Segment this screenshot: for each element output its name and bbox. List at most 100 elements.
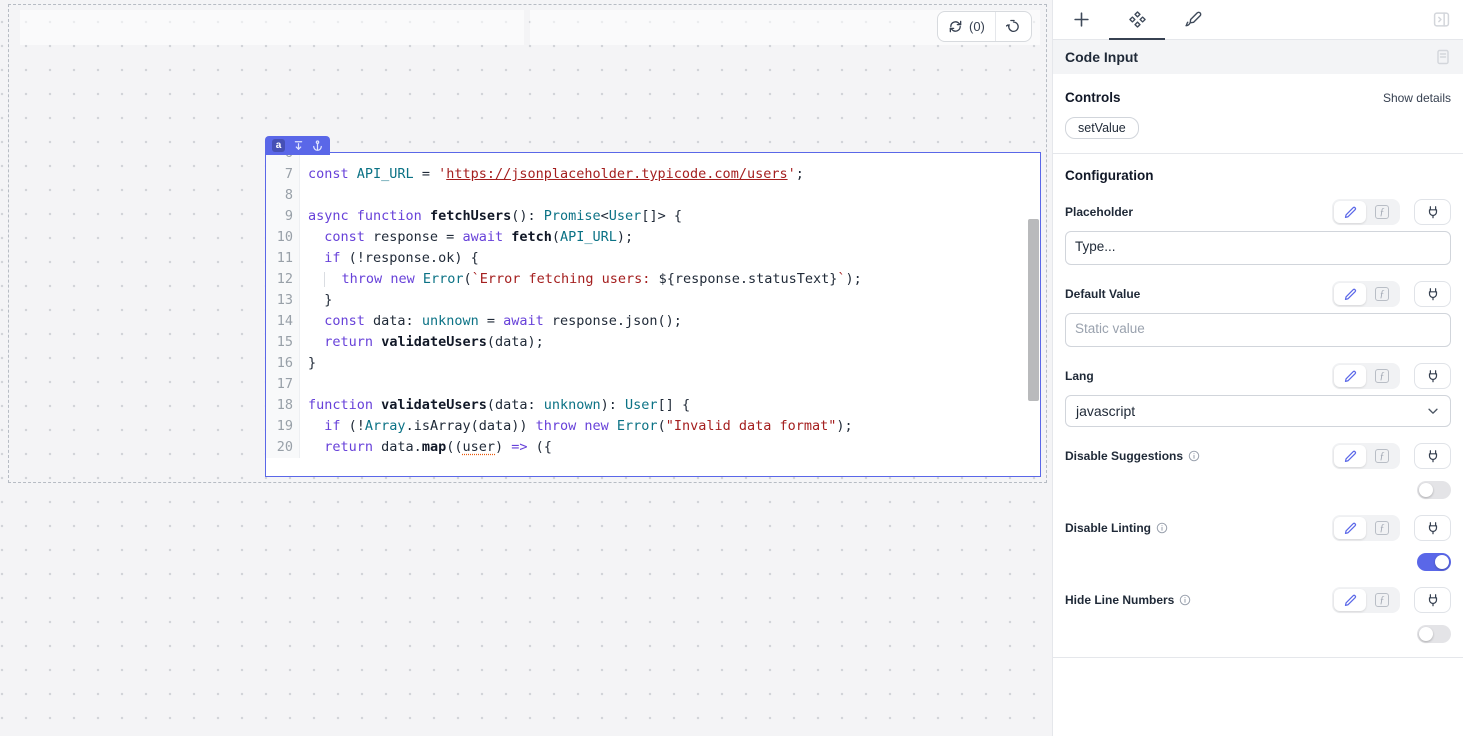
- placeholder-input[interactable]: Type...: [1065, 231, 1451, 265]
- tab-components[interactable]: [1109, 0, 1165, 39]
- code-line[interactable]: 13 }: [266, 290, 1040, 311]
- field-actions: ƒ: [1332, 281, 1451, 307]
- pencil-icon: [1344, 288, 1357, 301]
- tab-insert[interactable]: [1053, 0, 1109, 39]
- line-number: 7: [266, 164, 300, 185]
- static-mode-button[interactable]: [1334, 445, 1366, 467]
- editor-mode-segment: ƒ: [1332, 515, 1400, 541]
- field-disable-linting: Disable Linting ƒ: [1065, 515, 1451, 541]
- editor-mode-segment: ƒ: [1332, 281, 1400, 307]
- connect-button[interactable]: [1414, 199, 1451, 225]
- header-slot-left[interactable]: [20, 10, 524, 45]
- connect-button[interactable]: [1414, 515, 1451, 541]
- code-line[interactable]: 14 const data: unknown = await response.…: [266, 311, 1040, 332]
- setvalue-control-button[interactable]: setValue: [1065, 117, 1139, 139]
- static-mode-button[interactable]: [1334, 589, 1366, 611]
- show-details-link[interactable]: Show details: [1383, 91, 1451, 105]
- function-icon: ƒ: [1375, 369, 1389, 383]
- code-line[interactable]: 6: [266, 152, 1040, 164]
- code-line[interactable]: 17: [266, 374, 1040, 395]
- move-down-icon[interactable]: [293, 140, 304, 151]
- static-mode-button[interactable]: [1334, 201, 1366, 223]
- field-label: Disable Suggestions: [1065, 449, 1183, 463]
- expression-mode-button[interactable]: ƒ: [1366, 445, 1398, 467]
- code-line[interactable]: 12 throw new Error(`Error fetching users…: [266, 269, 1040, 290]
- default-value-input[interactable]: Static value: [1065, 313, 1451, 347]
- line-number: 15: [266, 332, 300, 353]
- info-icon[interactable]: [1156, 522, 1168, 534]
- refresh-button[interactable]: (0): [938, 12, 995, 41]
- connect-button[interactable]: [1414, 363, 1451, 389]
- line-number: 10: [266, 227, 300, 248]
- code-line[interactable]: 8: [266, 185, 1040, 206]
- editor-scrollbar[interactable]: [1028, 219, 1039, 401]
- expression-mode-button[interactable]: ƒ: [1366, 589, 1398, 611]
- expression-mode-button[interactable]: ƒ: [1366, 517, 1398, 539]
- field-actions: ƒ: [1332, 587, 1451, 613]
- code-line[interactable]: 9async function fetchUsers(): Promise<Us…: [266, 206, 1040, 227]
- static-mode-button[interactable]: [1334, 365, 1366, 387]
- field-lang: Lang ƒ: [1065, 363, 1451, 389]
- app-canvas[interactable]: (0) a 67const API_URL = 'https://jsonpla…: [0, 0, 1052, 736]
- expression-mode-button[interactable]: ƒ: [1366, 283, 1398, 305]
- info-icon[interactable]: [1188, 450, 1200, 462]
- history-button[interactable]: [996, 12, 1031, 41]
- code-line[interactable]: 19 if (!Array.isArray(data)) throw new E…: [266, 416, 1040, 437]
- code-editor-lines[interactable]: 67const API_URL = 'https://jsonplacehold…: [266, 152, 1040, 458]
- code-line[interactable]: 7const API_URL = 'https://jsonplaceholde…: [266, 164, 1040, 185]
- component-badge[interactable]: a: [265, 136, 330, 155]
- code-line[interactable]: 15 return validateUsers(data);: [266, 332, 1040, 353]
- section-divider: [1053, 153, 1463, 154]
- code-line-content: }: [300, 353, 316, 374]
- expression-mode-button[interactable]: ƒ: [1366, 365, 1398, 387]
- code-line-content: const response = await fetch(API_URL);: [300, 227, 633, 248]
- code-line[interactable]: 20 return data.map((user) => ({: [266, 437, 1040, 458]
- connect-button[interactable]: [1414, 443, 1451, 469]
- refresh-icon: [948, 19, 963, 34]
- tab-styling[interactable]: [1165, 0, 1221, 39]
- code-input-widget[interactable]: 67const API_URL = 'https://jsonplacehold…: [265, 152, 1041, 477]
- panel-body: Controls Show details setValue Configura…: [1053, 90, 1463, 658]
- field-label: Placeholder: [1065, 205, 1133, 219]
- component-settings-header: Code Input: [1053, 40, 1463, 74]
- components-icon: [1129, 11, 1146, 28]
- hide-line-numbers-toggle[interactable]: [1417, 625, 1451, 643]
- disable-suggestions-toggle[interactable]: [1417, 481, 1451, 499]
- line-number: 19: [266, 416, 300, 437]
- pencil-icon: [1344, 450, 1357, 463]
- static-mode-button[interactable]: [1334, 517, 1366, 539]
- panel-tabbar: [1053, 0, 1463, 40]
- expression-mode-button[interactable]: ƒ: [1366, 201, 1398, 223]
- connect-button[interactable]: [1414, 281, 1451, 307]
- document-icon[interactable]: [1435, 49, 1451, 65]
- pencil-icon: [1344, 522, 1357, 535]
- collapse-panel-button[interactable]: [1427, 6, 1455, 34]
- editor-mode-segment: ƒ: [1332, 587, 1400, 613]
- line-number: 16: [266, 353, 300, 374]
- info-icon[interactable]: [1179, 594, 1191, 606]
- code-line[interactable]: 11 if (!response.ok) {: [266, 248, 1040, 269]
- code-line[interactable]: 18function validateUsers(data: unknown):…: [266, 395, 1040, 416]
- plug-icon: [1426, 593, 1440, 607]
- field-hide-line-numbers: Hide Line Numbers ƒ: [1065, 587, 1451, 613]
- code-line-content: throw new Error(`Error fetching users: $…: [300, 269, 862, 290]
- lang-select[interactable]: javascript: [1065, 395, 1451, 427]
- code-line[interactable]: 16}: [266, 353, 1040, 374]
- code-line-content: async function fetchUsers(): Promise<Use…: [300, 206, 682, 227]
- connect-button[interactable]: [1414, 587, 1451, 613]
- code-line-content: function validateUsers(data: unknown): U…: [300, 395, 690, 416]
- code-line-content: return data.map((user) => ({: [300, 437, 552, 458]
- field-actions: ƒ: [1332, 443, 1451, 469]
- plug-icon: [1426, 205, 1440, 219]
- code-line[interactable]: 10 const response = await fetch(API_URL)…: [266, 227, 1040, 248]
- anchor-icon[interactable]: [312, 140, 323, 151]
- function-icon: ƒ: [1375, 449, 1389, 463]
- code-line-content: [300, 185, 308, 206]
- disable-linting-toggle[interactable]: [1417, 553, 1451, 571]
- line-number: 14: [266, 311, 300, 332]
- static-mode-button[interactable]: [1334, 283, 1366, 305]
- editor-mode-segment: ƒ: [1332, 443, 1400, 469]
- function-icon: ƒ: [1375, 521, 1389, 535]
- line-number: 20: [266, 437, 300, 458]
- code-line-content: return validateUsers(data);: [300, 332, 544, 353]
